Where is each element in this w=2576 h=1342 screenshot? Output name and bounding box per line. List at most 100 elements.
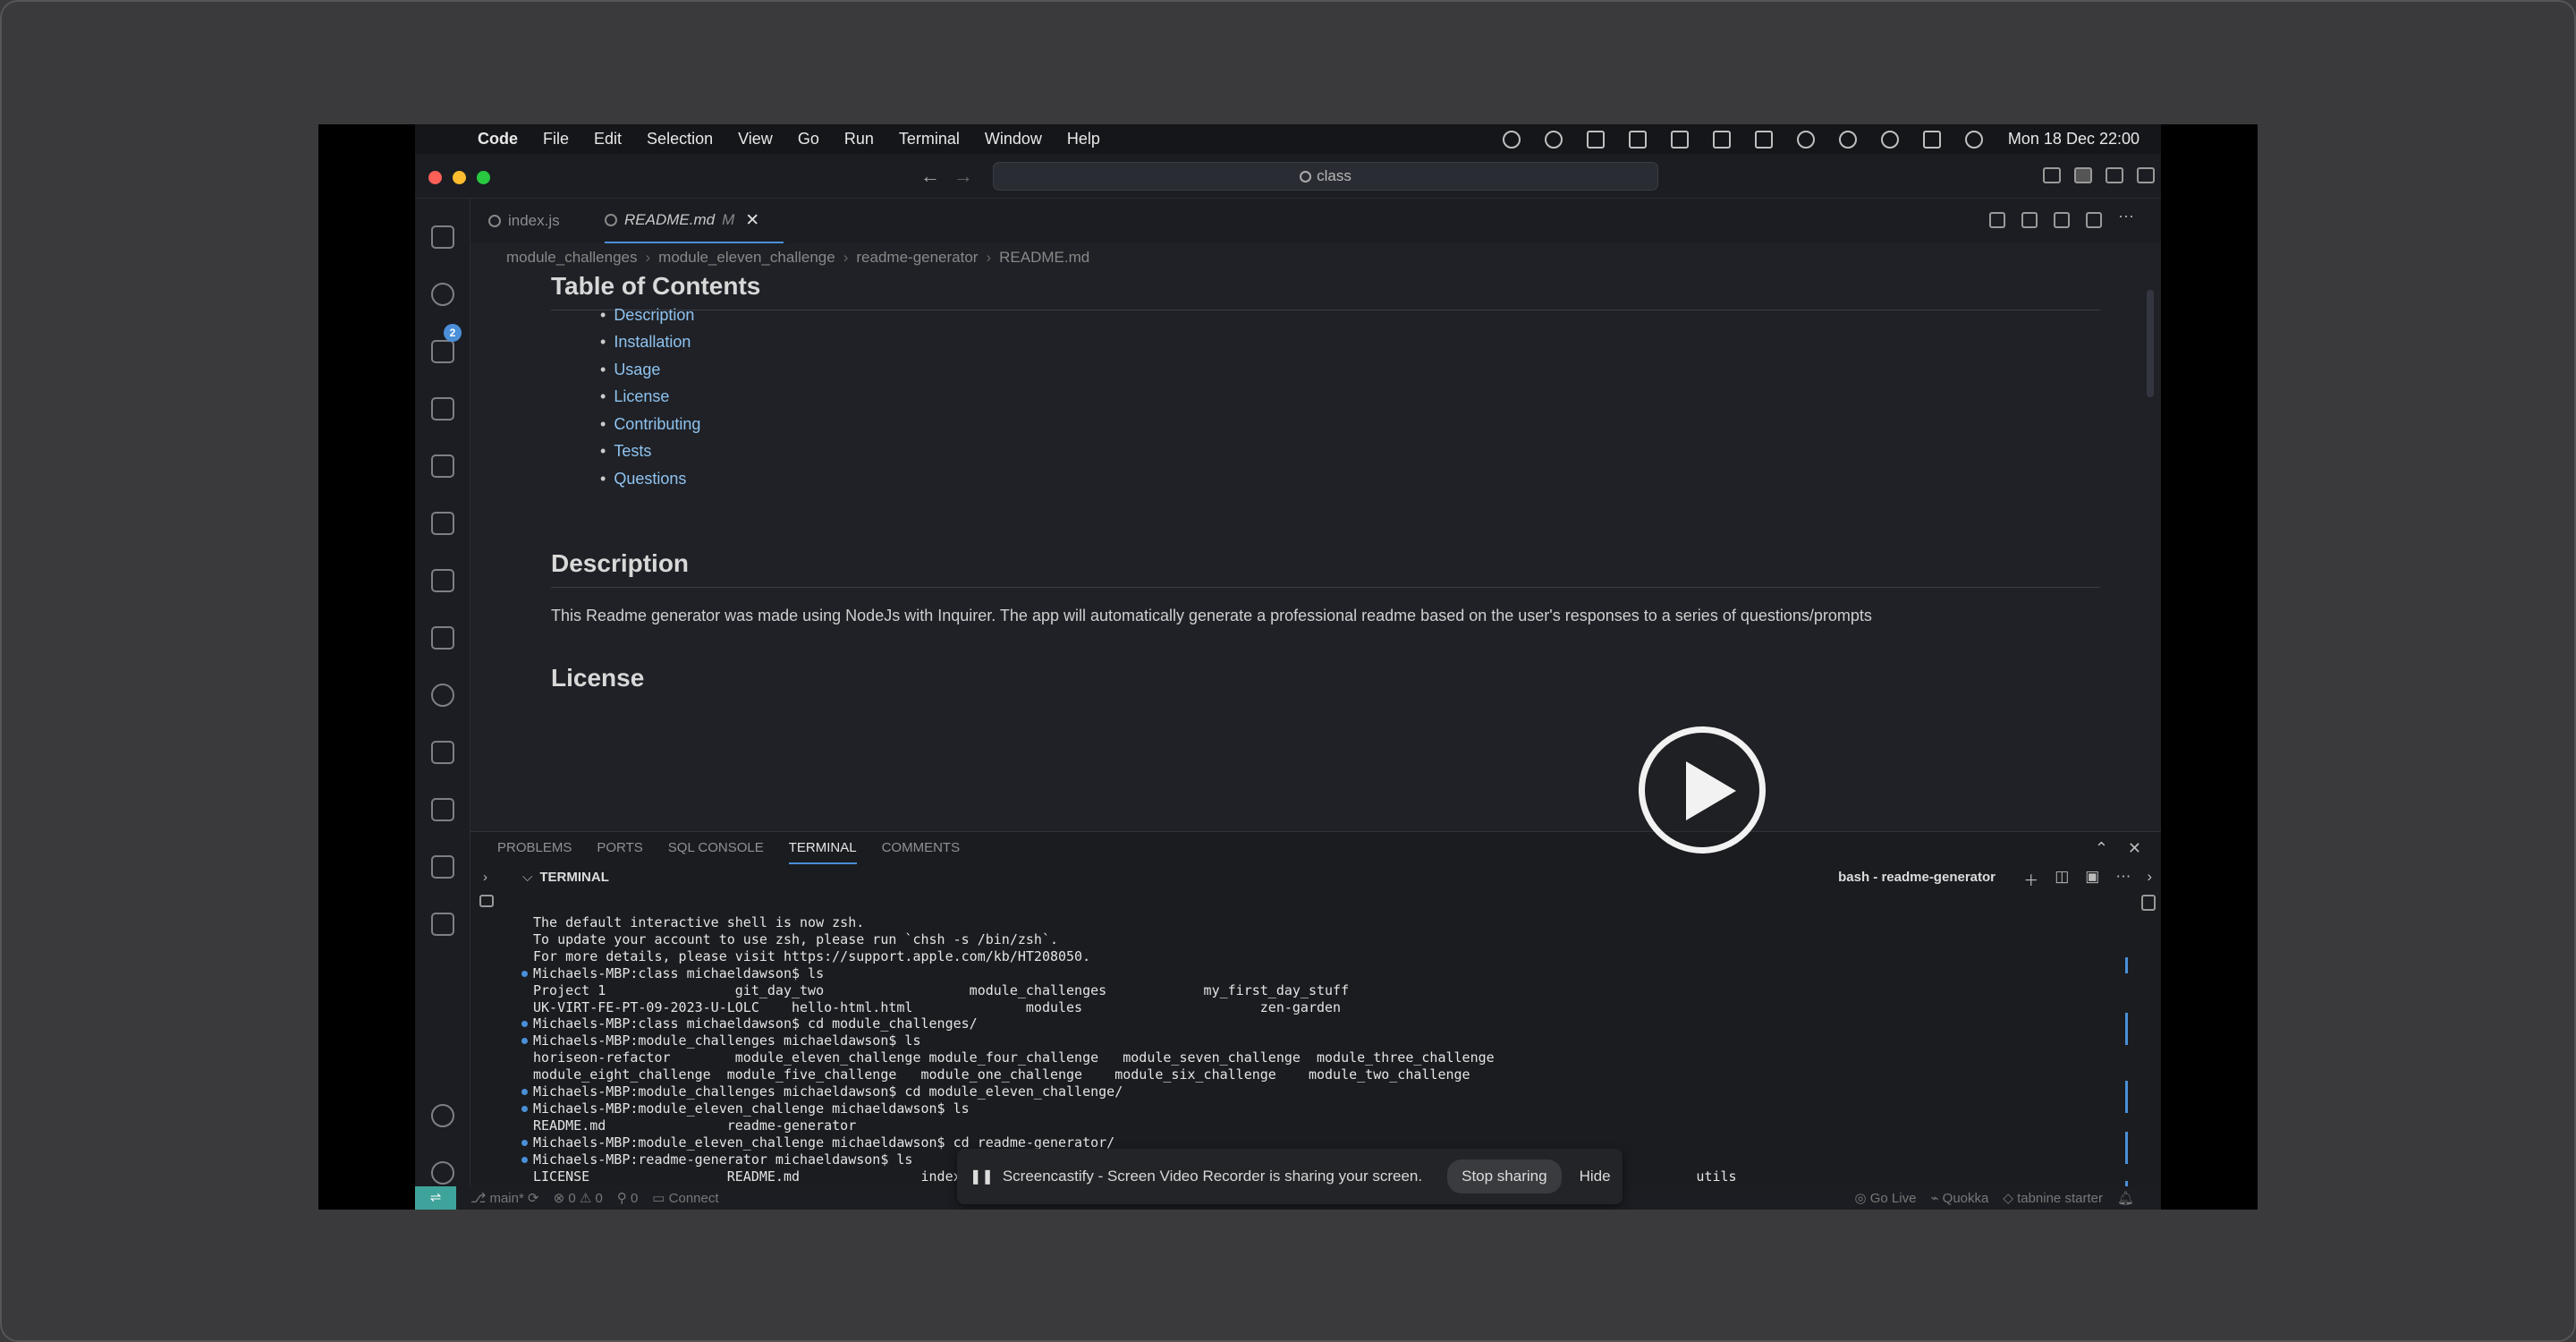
maximize-panel-icon[interactable]: ⌃	[2095, 839, 2108, 858]
tab-problems[interactable]: PROBLEMS	[497, 832, 572, 864]
run-debug-icon[interactable]	[431, 397, 454, 420]
quokka-button[interactable]: ⌁ Quokka	[1930, 1190, 1988, 1206]
toc-link[interactable]: Tests	[600, 438, 700, 466]
terminal-list-icon[interactable]	[2141, 895, 2156, 911]
open-preview-icon[interactable]	[2054, 212, 2070, 228]
toc-link[interactable]: Questions	[600, 465, 700, 493]
compare-icon[interactable]	[2021, 212, 2038, 228]
trash-icon[interactable]: ▣	[2085, 868, 2099, 890]
user-icon[interactable]	[1838, 130, 1857, 149]
glasses-icon[interactable]	[1628, 130, 1647, 149]
sql-tools-icon[interactable]	[431, 798, 454, 821]
toggle-panel-icon[interactable]	[2074, 167, 2092, 183]
pause-icon[interactable]: ❚❚	[970, 1168, 994, 1185]
close-window-button[interactable]	[428, 171, 442, 184]
customize-layout-icon[interactable]	[2137, 167, 2155, 183]
menu-run[interactable]: Run	[844, 130, 874, 149]
breadcrumb-item[interactable]: module_challenges	[506, 249, 638, 267]
tab-readme-md[interactable]: README.md M ✕	[605, 199, 784, 243]
package-icon[interactable]	[431, 913, 454, 936]
remote-explorer-icon[interactable]	[431, 454, 454, 478]
terminal-session-name[interactable]: bash - readme-generator	[1838, 870, 1996, 885]
go-live-button[interactable]: ◎ Go Live	[1854, 1190, 1916, 1206]
battery-icon[interactable]	[1754, 130, 1773, 149]
ports-count[interactable]: ⚲ 0	[617, 1190, 639, 1206]
menu-view[interactable]: View	[738, 130, 773, 149]
source-control-icon[interactable]	[431, 340, 454, 363]
split-terminal-icon[interactable]: ◫	[2055, 868, 2069, 890]
menu-terminal[interactable]: Terminal	[899, 130, 960, 149]
more-actions-icon[interactable]: ⋯	[2118, 208, 2134, 228]
back-arrow-icon[interactable]: ←	[920, 165, 940, 188]
menu-file[interactable]: File	[543, 130, 569, 149]
menubar-clock[interactable]: Mon 18 Dec 22:00	[2008, 130, 2140, 149]
menu-code[interactable]: Code	[478, 130, 518, 149]
remote-indicator[interactable]: ⇌	[415, 1186, 456, 1210]
toc-link[interactable]: License	[600, 384, 700, 412]
breadcrumb-item[interactable]: readme-generator	[856, 249, 978, 267]
terminal-section-title[interactable]: TERMINAL	[522, 870, 609, 885]
wifi-icon[interactable]	[1796, 130, 1815, 149]
play-button[interactable]	[1639, 726, 1766, 854]
new-terminal-icon[interactable]: ＋	[2023, 868, 2038, 890]
more-actions-icon[interactable]: ⋯	[2115, 868, 2131, 890]
breadcrumb-item[interactable]: README.md	[999, 249, 1089, 267]
toc-link[interactable]: Contributing	[600, 411, 700, 438]
tab-index-js[interactable]: index.js	[488, 199, 623, 243]
extensions-icon[interactable]	[431, 512, 454, 535]
video-player[interactable]: Code File Edit Selection View Go Run Ter…	[318, 124, 2258, 1210]
terminal-tabs-icon[interactable]	[479, 895, 494, 907]
stop-sharing-button[interactable]: Stop sharing	[1447, 1159, 1562, 1193]
problems-count[interactable]: ⊗ 0 ⚠ 0	[554, 1190, 603, 1206]
connect-button[interactable]: ▭ Connect	[652, 1190, 718, 1206]
command-center-search[interactable]: class	[993, 162, 1658, 191]
control-center-icon[interactable]	[1922, 130, 1941, 149]
activity-icon[interactable]	[1670, 130, 1689, 149]
menu-go[interactable]: Go	[798, 130, 819, 149]
chevron-right-icon[interactable]: ›	[2147, 868, 2152, 890]
apple-icon[interactable]	[440, 130, 460, 149]
breadcrumb-item[interactable]: module_eleven_challenge	[658, 249, 835, 267]
minimize-window-button[interactable]	[453, 171, 466, 184]
media-play-icon[interactable]	[1544, 130, 1563, 149]
explorer-icon[interactable]	[431, 225, 454, 249]
toc-link[interactable]: Usage	[600, 356, 700, 384]
database-icon[interactable]	[431, 569, 454, 592]
spotlight-icon[interactable]	[1880, 130, 1899, 149]
hide-button[interactable]: Hide	[1580, 1168, 1611, 1185]
tab-comments[interactable]: COMMENTS	[882, 832, 961, 864]
tab-terminal[interactable]: TERMINAL	[788, 832, 857, 864]
settings-gear-icon[interactable]	[431, 1161, 454, 1185]
menu-selection[interactable]: Selection	[647, 130, 713, 149]
toggle-sidebar-icon[interactable]	[2043, 167, 2061, 183]
menu-edit[interactable]: Edit	[594, 130, 622, 149]
menu-window[interactable]: Window	[985, 130, 1042, 149]
docker-icon[interactable]	[431, 741, 454, 764]
screencast-icon[interactable]	[1502, 130, 1521, 149]
split-editor-icon[interactable]	[2086, 212, 2102, 228]
leaf-icon[interactable]	[431, 684, 454, 707]
toggle-secondary-sidebar-icon[interactable]	[2106, 167, 2123, 183]
tab-sql-console[interactable]: SQL CONSOLE	[668, 832, 764, 864]
forward-arrow-icon[interactable]: →	[953, 165, 973, 188]
account-icon[interactable]	[431, 1104, 454, 1127]
volume-icon[interactable]	[1586, 130, 1605, 149]
layers-icon[interactable]	[431, 855, 454, 879]
bluetooth-icon[interactable]	[1712, 130, 1731, 149]
bell-icon[interactable]: 🔔︎	[2117, 1190, 2134, 1206]
figma-icon[interactable]	[431, 626, 454, 650]
git-branch[interactable]: ⎇ main* ⟳	[470, 1190, 539, 1206]
tabnine-button[interactable]: ◇ tabnine starter	[2003, 1190, 2103, 1206]
toc-link[interactable]: Installation	[600, 329, 700, 357]
chevron-right-icon[interactable]: ›	[483, 870, 487, 885]
menu-help[interactable]: Help	[1067, 130, 1100, 149]
close-panel-icon[interactable]: ✕	[2128, 839, 2141, 858]
scrollbar-thumb[interactable]	[2147, 290, 2154, 397]
tab-ports[interactable]: PORTS	[597, 832, 642, 864]
run-icon[interactable]	[1989, 212, 2005, 228]
toc-link[interactable]: Description	[600, 302, 700, 329]
search-view-icon[interactable]	[431, 283, 454, 306]
siri-icon[interactable]	[1964, 130, 1983, 149]
zoom-window-button[interactable]	[477, 171, 490, 184]
close-tab-icon[interactable]: ✕	[745, 210, 759, 231]
